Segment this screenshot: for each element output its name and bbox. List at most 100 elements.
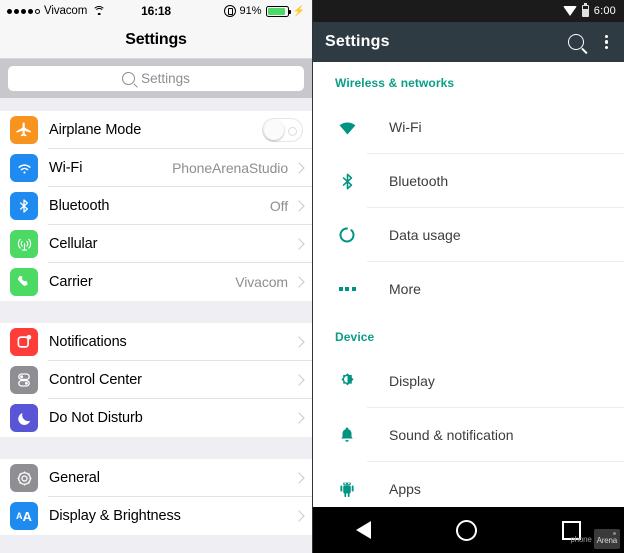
ios-settings-list[interactable]: Airplane Mode Wi-Fi PhoneArenaStudio Blu… [0,98,312,553]
android-settings-list[interactable]: Wireless & networks Wi-Fi Bluetooth Data… [313,62,624,507]
row-accessory [293,510,312,522]
bell-icon [335,423,359,447]
android-app-bar: Settings [313,22,624,62]
watermark-text: phone [570,534,592,544]
list-gap [0,301,312,323]
rotation-lock-icon [223,5,236,17]
android-status-bar: 6:00 [313,0,624,22]
row-accessory: Off [270,198,312,214]
list-item-display[interactable]: Display [313,354,624,408]
search-input[interactable]: Settings [8,66,304,91]
list-item-do-not-disturb[interactable]: Do Not Disturb [0,399,312,437]
ios-status-right: 91% ⚡ [223,5,305,17]
battery-percent-label: 91% [239,5,262,17]
row-accessory [293,472,312,484]
chevron-right-icon [293,336,305,348]
list-item-label: Display & Brightness [49,508,181,524]
list-item-data-usage[interactable]: Data usage [313,208,624,262]
list-item-notifications[interactable]: Notifications [0,323,312,361]
ios-navbar: Settings [0,22,312,59]
list-item-carrier[interactable]: Carrier Vivacom [0,263,312,301]
list-item-label: Sound & notification [389,427,514,443]
more-dots-icon [335,277,359,301]
list-item-cellular[interactable]: Cellular [0,225,312,263]
list-item-label: Notifications [49,334,127,350]
phone-icon [10,268,38,296]
android-nav-bar: phone Arena [313,507,624,553]
bluetooth-icon [335,169,359,193]
brightness-icon [335,369,359,393]
list-item-control-center[interactable]: Control Center [0,361,312,399]
ios-group-general: General AA Display & Brightness [0,459,312,535]
row-accessory: Vivacom [235,274,312,290]
row-accessory [293,336,312,348]
list-item-label: Apps [389,481,421,497]
list-item-display-brightness[interactable]: AA Display & Brightness [0,497,312,535]
airplane-icon [10,116,38,144]
chevron-right-icon [293,200,305,212]
airplane-mode-toggle[interactable] [262,118,303,142]
list-item-label: Wi-Fi [389,119,422,135]
ios-settings-screen: Vivacom 16:18 91% ⚡ Settings Settings Ai… [0,0,312,553]
list-item-apps[interactable]: Apps [313,462,624,507]
watermark-badge: Arena [593,529,620,549]
ios-group-connectivity: Airplane Mode Wi-Fi PhoneArenaStudio Blu… [0,111,312,301]
chevron-right-icon [293,412,305,424]
list-item-label: Bluetooth [389,173,449,189]
row-accessory [293,412,312,424]
list-item-label: Display [389,373,435,389]
app-bar-actions [567,33,612,52]
list-item-sound-notification[interactable]: Sound & notification [313,408,624,462]
list-item-label: Data usage [389,227,461,243]
cellular-antenna-icon [10,230,38,258]
page-title: Settings [325,33,390,50]
battery-icon [265,5,291,17]
wifi-icon [10,154,38,182]
charging-icon: ⚡ [292,5,305,17]
row-accessory [262,118,312,142]
data-usage-icon [335,223,359,247]
chevron-right-icon [293,472,305,484]
chevron-right-icon [293,162,305,174]
wifi-icon [562,6,577,16]
chevron-right-icon [293,238,305,250]
list-item-bluetooth[interactable]: Bluetooth Off [0,187,312,225]
control-center-icon [10,366,38,394]
search-icon[interactable] [567,34,584,50]
search-placeholder: Settings [141,71,190,86]
list-item-airplane-mode[interactable]: Airplane Mode [0,111,312,149]
notifications-icon [10,328,38,356]
overflow-menu-icon[interactable] [601,33,612,52]
android-clock: 6:00 [593,5,616,17]
list-item-bluetooth[interactable]: Bluetooth [313,154,624,208]
moon-icon [10,404,38,432]
list-item-label: Cellular [49,236,98,252]
search-icon [122,72,136,85]
list-item-label: Wi-Fi [49,160,83,176]
ios-group-notifications: Notifications Control Center Do Not Dist… [0,323,312,437]
list-item-wifi[interactable]: Wi-Fi PhoneArenaStudio [0,149,312,187]
text-size-icon: AA [10,502,38,530]
gear-icon [10,464,38,492]
section-header-device: Device [335,330,375,344]
list-gap [0,437,312,459]
wifi-icon [335,115,359,139]
ios-status-bar: Vivacom 16:18 91% ⚡ [0,0,312,22]
list-item-wifi[interactable]: Wi-Fi [313,100,624,154]
chevron-right-icon [293,374,305,386]
row-value: Off [269,198,288,214]
section-header-wireless: Wireless & networks [335,76,455,90]
row-value: PhoneArenaStudio [172,160,288,176]
home-circle-icon[interactable] [455,519,477,541]
list-item-more[interactable]: More [313,262,624,316]
list-item-label: Bluetooth [49,198,110,214]
list-item-label: Airplane Mode [49,122,142,138]
list-item-label: Carrier [49,274,93,290]
back-triangle-icon[interactable] [355,521,371,539]
row-accessory [288,238,312,250]
list-item-label: Control Center [49,372,142,388]
dual-phone-comparison: Vivacom 16:18 91% ⚡ Settings Settings Ai… [0,0,624,553]
watermark: phone Arena [570,529,620,549]
battery-icon [581,3,589,17]
list-item-general[interactable]: General [0,459,312,497]
